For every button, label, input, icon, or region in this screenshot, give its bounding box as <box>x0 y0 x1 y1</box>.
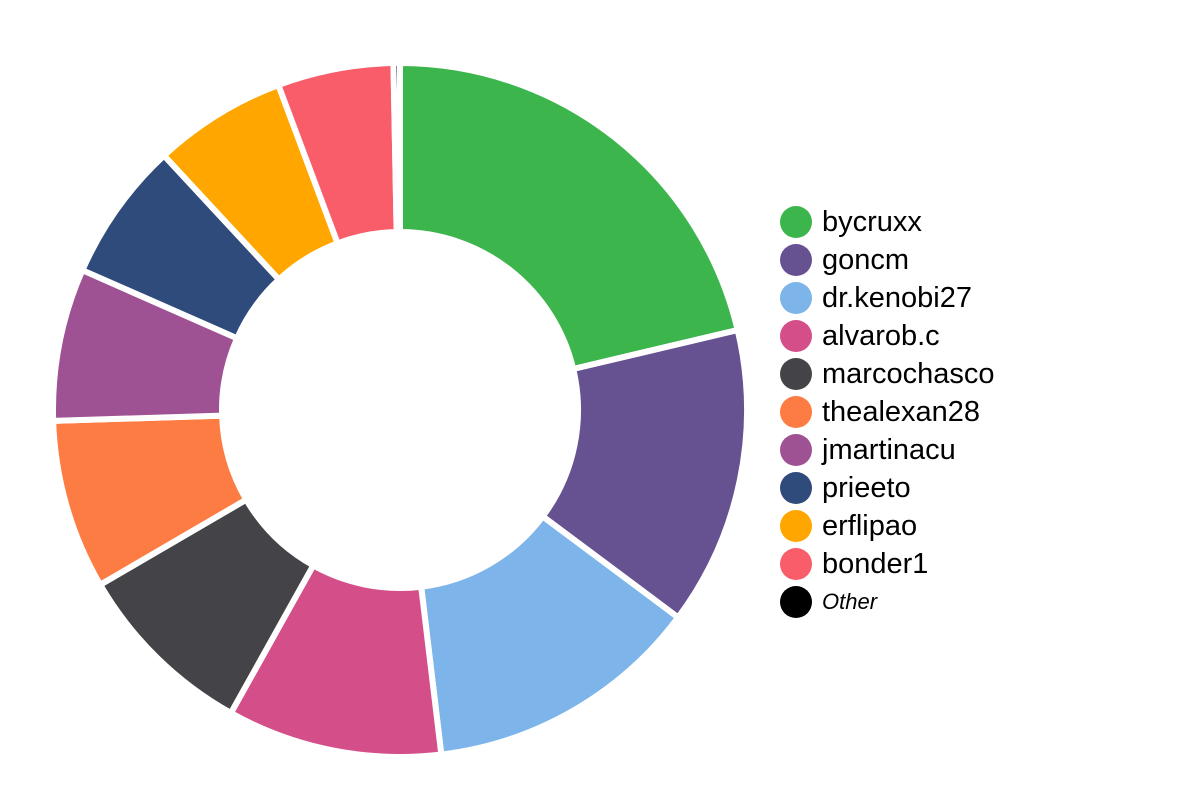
legend-item[interactable]: prieeto <box>780 469 994 507</box>
legend-swatch <box>780 358 812 390</box>
slice-other[interactable] <box>390 60 403 236</box>
legend-label: bonder1 <box>822 547 929 580</box>
legend-item[interactable]: bycruxx <box>780 203 994 241</box>
legend-label: goncm <box>822 243 910 276</box>
legend-item[interactable]: dr.kenobi27 <box>780 279 994 317</box>
legend-label: prieeto <box>822 471 911 504</box>
legend-swatch <box>780 244 812 276</box>
legend-item[interactable]: alvarob.c <box>780 317 994 355</box>
legend: bycruxx goncm dr.kenobi27 alvarob.c marcocha… <box>780 203 994 621</box>
legend-swatch <box>780 472 812 504</box>
legend-label: dr.kenobi27 <box>822 281 972 314</box>
legend-label: bycruxx <box>822 205 922 238</box>
legend-label: erflipao <box>822 509 918 542</box>
legend-item[interactable]: thealexan28 <box>780 393 994 431</box>
legend-item[interactable]: goncm <box>780 241 994 279</box>
legend-swatch <box>780 510 812 542</box>
legend-item[interactable]: marcochasco <box>780 355 994 393</box>
legend-label: Other <box>822 589 878 614</box>
legend-label: thealexan28 <box>822 395 981 428</box>
legend-label: alvarob.c <box>822 319 940 352</box>
legend-label: jmartinacu <box>822 433 956 466</box>
legend-label: marcochasco <box>822 357 995 390</box>
legend-item[interactable]: jmartinacu <box>780 431 994 469</box>
legend-swatch <box>780 586 812 618</box>
legend-item[interactable]: bonder1 <box>780 545 994 583</box>
legend-item[interactable]: erflipao <box>780 507 994 545</box>
legend-swatch <box>780 396 812 428</box>
legend-swatch <box>780 282 812 314</box>
slice-bycruxx[interactable] <box>397 60 741 372</box>
legend-item[interactable]: Other <box>780 583 994 621</box>
legend-swatch <box>780 206 812 238</box>
legend-swatch <box>780 548 812 580</box>
legend-swatch <box>780 320 812 352</box>
donut-chart <box>50 60 750 760</box>
legend-swatch <box>780 434 812 466</box>
